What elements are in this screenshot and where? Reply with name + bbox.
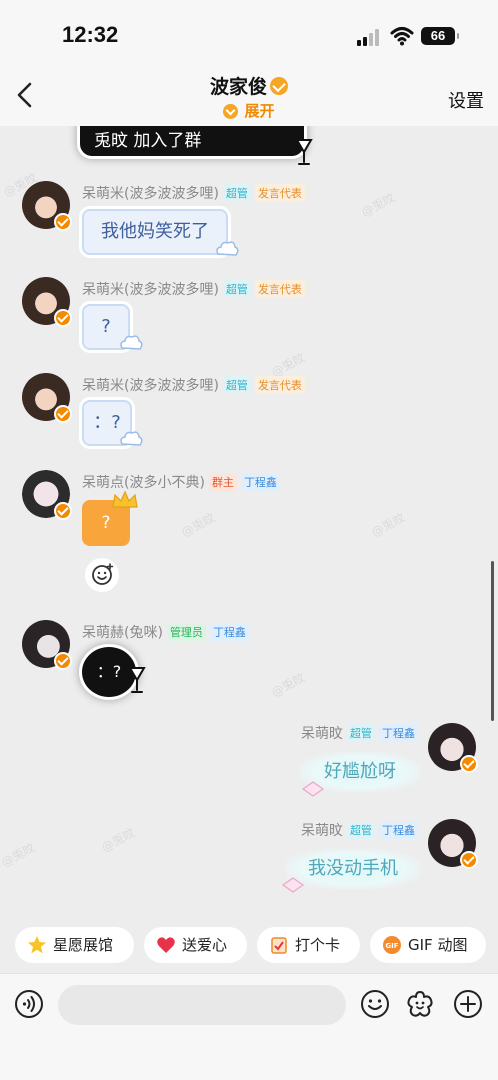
avatar[interactable] (22, 181, 72, 231)
title-tag: 丁程鑫 (379, 724, 418, 742)
sender-name-line: 呆萌米(波多波波多哩) 超管 发言代表 (82, 183, 305, 203)
watermark: @兎旼 (269, 670, 308, 700)
title-tag: 发言代表 (254, 184, 305, 202)
quick-action-check-in[interactable]: 打个卡 (257, 927, 360, 963)
voice-icon[interactable] (14, 989, 44, 1019)
avatar[interactable] (22, 470, 72, 520)
chip-label: 送爱心 (182, 936, 228, 954)
role-tag: 管理员 (166, 623, 206, 641)
plus-icon[interactable] (453, 989, 483, 1019)
role-tag: 超管 (347, 724, 375, 742)
expand-label: 展开 (244, 102, 275, 120)
title-tag: 丁程鑫 (209, 623, 249, 641)
chip-label: GIF 动图 (408, 936, 468, 954)
avatar[interactable] (22, 373, 72, 423)
vip-badge-icon (460, 851, 478, 869)
sender-name: 呆萌米(波多波波多哩) (82, 378, 219, 394)
cloud-sticker-icon (120, 431, 143, 446)
sender-name: 呆萌点(波多小不典) (82, 475, 205, 491)
chat-message-list[interactable]: @兎旼 @兎旼 @兎旼 @兎旼 @兎旼 @兎旼 @兎旼 @兎旼 兎旼 加入了群 … (0, 126, 498, 921)
role-tag: 超管 (222, 280, 251, 298)
sender-name-line: 呆萌点(波多小不典) 群主 丁程鑫 (82, 472, 280, 492)
avatar[interactable] (22, 620, 72, 670)
vip-badge-icon (54, 652, 72, 670)
battery-indicator: 66 (421, 27, 459, 45)
sender-name: 呆萌赫(兔咪) (82, 625, 163, 641)
quick-actions-bar: 星愿展馆 送爱心 打个卡 GIF GIF 动图 (0, 921, 498, 973)
quick-action-send-love[interactable]: 送爱心 (144, 927, 247, 963)
title-tag: 丁程鑫 (379, 821, 418, 839)
chevron-down-icon (223, 104, 239, 119)
cloud-sticker-icon (120, 335, 143, 350)
chat-header: 波家俊 展开 设置 (0, 70, 498, 126)
verified-badge-icon (270, 76, 288, 95)
chip-label: 星愿展馆 (53, 936, 114, 954)
message-bubble[interactable]: 我他妈笑死了 (82, 209, 228, 255)
status-time: 12:32 (62, 22, 119, 47)
input-bar (0, 973, 498, 1080)
quick-action-star-gallery[interactable]: 星愿展馆 (15, 927, 134, 963)
group-title[interactable]: 波家俊 (210, 76, 267, 98)
sender-name: 呆萌旼 (301, 823, 343, 839)
wine-glass-icon (128, 667, 146, 693)
svg-text:GIF: GIF (385, 942, 398, 950)
avatar[interactable] (428, 723, 478, 773)
title-tag: 发言代表 (254, 376, 305, 394)
add-sticker-icon[interactable] (85, 558, 119, 592)
chip-label: 打个卡 (295, 936, 341, 954)
role-tag: 超管 (347, 821, 375, 839)
system-message: 兎旼 加入了群 (80, 126, 304, 156)
cloud-sticker-icon (216, 241, 239, 256)
role-tag: 群主 (208, 473, 237, 491)
sender-name-line: 呆萌旼 超管 丁程鑫 (301, 723, 418, 743)
star-icon (28, 936, 46, 954)
watermark: @兎旼 (179, 510, 218, 540)
watermark: @兎旼 (99, 825, 138, 855)
title-tag: 丁程鑫 (240, 473, 280, 491)
sender-name-line: 呆萌赫(兔咪) 管理员 丁程鑫 (82, 622, 249, 642)
message-bubble[interactable]: 我没动手机 (286, 849, 420, 889)
message-input[interactable] (58, 985, 346, 1025)
title-tag: 发言代表 (254, 280, 305, 298)
vip-badge-icon (54, 309, 72, 327)
gif-icon: GIF (383, 936, 401, 954)
quick-action-gif[interactable]: GIF GIF 动图 (370, 927, 486, 963)
signal-icon (357, 28, 383, 46)
role-tag: 超管 (222, 376, 251, 394)
sender-name: 呆萌米(波多波波多哩) (82, 186, 219, 202)
avatar[interactable] (22, 277, 72, 327)
watermark: @兎旼 (0, 840, 38, 870)
crown-icon (112, 490, 138, 508)
sparkle-icon (281, 877, 305, 893)
sender-name: 呆萌旼 (301, 726, 343, 742)
emoji-icon[interactable] (360, 989, 390, 1019)
sender-name: 呆萌米(波多波波多哩) (82, 282, 219, 298)
wine-glass-icon (295, 139, 313, 165)
scrollbar[interactable] (491, 561, 494, 721)
checkin-icon (271, 937, 287, 954)
status-bar: 12:32 66 (0, 0, 498, 70)
watermark: @兎旼 (369, 510, 408, 540)
vip-badge-icon (54, 502, 72, 520)
sender-name-line: 呆萌米(波多波波多哩) 超管 发言代表 (82, 375, 305, 395)
vip-badge-icon (460, 755, 478, 773)
sender-name-line: 呆萌旼 超管 丁程鑫 (301, 820, 418, 840)
wifi-icon (390, 27, 414, 46)
role-tag: 超管 (222, 184, 251, 202)
vip-badge-icon (54, 405, 72, 423)
title-wrap[interactable]: 波家俊 (0, 72, 498, 99)
sparkle-icon (301, 781, 325, 797)
sticker-flower-icon[interactable] (405, 989, 435, 1019)
expand-toggle[interactable]: 展开 (0, 100, 498, 121)
heart-icon (157, 937, 175, 953)
avatar[interactable] (428, 819, 478, 869)
settings-button[interactable]: 设置 (448, 87, 484, 113)
watermark: @兎旼 (359, 190, 398, 220)
sender-name-line: 呆萌米(波多波波多哩) 超管 发言代表 (82, 279, 305, 299)
vip-badge-icon (54, 213, 72, 231)
